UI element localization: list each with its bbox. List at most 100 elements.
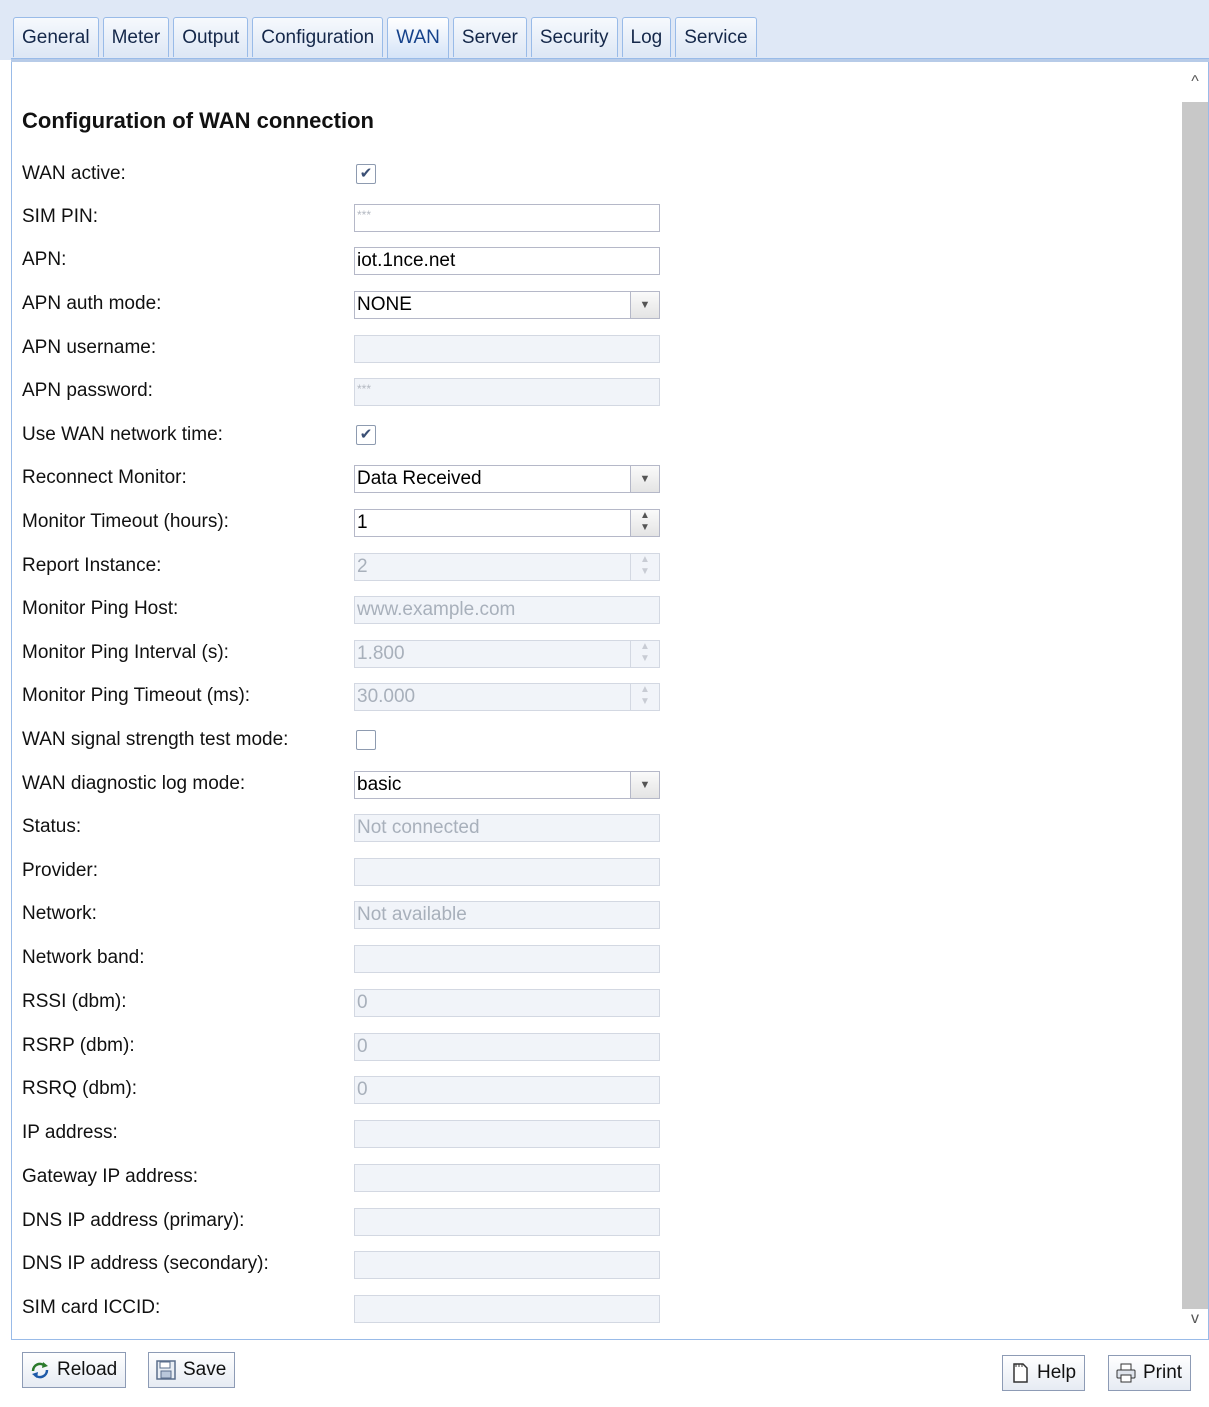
save-button[interactable]: Save xyxy=(148,1352,236,1388)
wan-active-checkbox[interactable]: ✔ xyxy=(356,164,376,184)
network-label: Network: xyxy=(22,903,97,924)
apn-label: APN: xyxy=(22,249,67,270)
spinner-arrows-icon[interactable]: ▲ ▼ xyxy=(630,510,659,536)
rsrq-label: RSRQ (dbm): xyxy=(22,1078,138,1099)
monitor-timeout-stepper[interactable]: 1 ▲ ▼ xyxy=(354,509,660,537)
network-band-label: Network band: xyxy=(22,947,145,968)
tab-log[interactable]: Log xyxy=(621,17,672,57)
apn-username-label: APN username: xyxy=(22,337,157,358)
apn-input[interactable]: iot.1nce.net xyxy=(354,247,660,275)
row-rsrq: RSRQ (dbm): 0 xyxy=(22,1076,722,1104)
rsrp-label: RSRP (dbm): xyxy=(22,1035,135,1056)
spinner-down-icon: ▼ xyxy=(640,653,650,664)
reload-button[interactable]: Reload xyxy=(22,1352,127,1388)
row-rssi: RSSI (dbm): 0 xyxy=(22,989,722,1017)
reload-icon xyxy=(29,1359,51,1381)
apn-password-input[interactable]: *** xyxy=(354,378,660,406)
floppy-disk-icon xyxy=(155,1359,177,1381)
status-field: Not connected xyxy=(354,814,660,842)
tab-service[interactable]: Service xyxy=(675,17,757,57)
dns-primary-label: DNS IP address (primary): xyxy=(22,1210,245,1231)
row-sim-pin: SIM PIN: *** xyxy=(22,204,722,232)
print-button[interactable]: Print xyxy=(1108,1355,1192,1391)
spinner-down-icon[interactable]: ▼ xyxy=(640,522,650,533)
wan-signal-strength-test-mode-checkbox[interactable] xyxy=(356,730,376,750)
wan-config-panel: Configuration of WAN connection WAN acti… xyxy=(11,62,1209,1340)
row-monitor-ping-timeout: Monitor Ping Timeout (ms): 30.000 ▲ ▼ xyxy=(22,683,722,711)
reconnect-monitor-label: Reconnect Monitor: xyxy=(22,467,187,488)
apn-auth-mode-value: NONE xyxy=(357,294,412,315)
spinner-arrows-icon: ▲ ▼ xyxy=(630,684,659,710)
tab-output[interactable]: Output xyxy=(173,17,249,57)
row-status: Status: Not connected xyxy=(22,814,722,842)
save-label: Save xyxy=(183,1359,227,1380)
spinner-up-icon: ▲ xyxy=(640,554,650,565)
printer-icon xyxy=(1115,1362,1137,1384)
sim-pin-input[interactable]: *** xyxy=(354,204,660,232)
bottom-toolbar: Reload Save Help Print xyxy=(0,1340,1209,1407)
tab-server[interactable]: Server xyxy=(452,17,527,57)
spinner-up-icon[interactable]: ▲ xyxy=(640,510,650,521)
monitor-ping-host-input[interactable]: www.example.com xyxy=(354,596,660,624)
spinner-up-icon: ▲ xyxy=(640,641,650,652)
scroll-down-icon[interactable]: v xyxy=(1182,1299,1208,1339)
vertical-scrollbar[interactable]: ^ v xyxy=(1182,62,1208,1339)
ip-address-field xyxy=(354,1120,660,1148)
row-monitor-ping-interval: Monitor Ping Interval (s): 1.800 ▲ ▼ xyxy=(22,640,722,668)
apn-auth-mode-select[interactable]: NONE ▼ xyxy=(354,291,660,319)
row-apn: APN: iot.1nce.net xyxy=(22,247,722,275)
monitor-ping-interval-label: Monitor Ping Interval (s): xyxy=(22,642,229,663)
tab-wan[interactable]: WAN xyxy=(387,17,449,60)
row-network-band: Network band: xyxy=(22,945,722,973)
row-sim-iccid: SIM card ICCID: xyxy=(22,1295,722,1323)
wan-diagnostic-log-mode-label: WAN diagnostic log mode: xyxy=(22,773,246,794)
row-ip-address: IP address: xyxy=(22,1120,722,1148)
gateway-ip-label: Gateway IP address: xyxy=(22,1166,199,1187)
tab-list: General Meter Output Configuration WAN S… xyxy=(13,17,761,60)
tab-security[interactable]: Security xyxy=(530,17,618,57)
help-button[interactable]: Help xyxy=(1002,1355,1086,1391)
sim-iccid-label: SIM card ICCID: xyxy=(22,1297,161,1318)
row-gateway-ip: Gateway IP address: xyxy=(22,1164,722,1192)
monitor-ping-timeout-value: 30.000 xyxy=(357,686,416,707)
chevron-down-icon[interactable]: ▼ xyxy=(630,466,659,492)
tab-meter[interactable]: Meter xyxy=(102,17,170,57)
monitor-ping-timeout-stepper[interactable]: 30.000 ▲ ▼ xyxy=(354,683,660,711)
row-dns-secondary: DNS IP address (secondary): xyxy=(22,1251,722,1279)
sim-pin-label: SIM PIN: xyxy=(22,206,99,227)
row-monitor-timeout: Monitor Timeout (hours): 1 ▲ ▼ xyxy=(22,509,722,537)
monitor-ping-timeout-label: Monitor Ping Timeout (ms): xyxy=(22,685,251,706)
rsrq-field: 0 xyxy=(354,1076,660,1104)
monitor-ping-host-label: Monitor Ping Host: xyxy=(22,598,179,619)
gateway-ip-field xyxy=(354,1164,660,1192)
provider-field xyxy=(354,858,660,886)
wan-signal-strength-test-mode-label: WAN signal strength test mode: xyxy=(22,729,289,750)
monitor-timeout-value: 1 xyxy=(357,512,368,533)
chevron-down-icon[interactable]: ▼ xyxy=(630,772,659,798)
network-band-field xyxy=(354,945,660,973)
apn-auth-mode-label: APN auth mode: xyxy=(22,293,162,314)
tab-general[interactable]: General xyxy=(13,17,99,57)
sim-iccid-field xyxy=(354,1295,660,1323)
monitor-ping-interval-stepper[interactable]: 1.800 ▲ ▼ xyxy=(354,640,660,668)
dns-primary-field xyxy=(354,1208,660,1236)
wan-diagnostic-log-mode-value: basic xyxy=(357,774,402,795)
apn-username-input[interactable] xyxy=(354,335,660,363)
row-wan-signal-strength-test-mode: WAN signal strength test mode: xyxy=(22,727,722,755)
reconnect-monitor-select[interactable]: Data Received ▼ xyxy=(354,465,660,493)
chevron-down-icon[interactable]: ▼ xyxy=(630,292,659,318)
row-reconnect-monitor: Reconnect Monitor: Data Received ▼ xyxy=(22,465,722,493)
spinner-arrows-icon: ▲ ▼ xyxy=(630,641,659,667)
report-instance-stepper[interactable]: 2 ▲ ▼ xyxy=(354,553,660,581)
row-rsrp: RSRP (dbm): 0 xyxy=(22,1033,722,1061)
tab-configuration[interactable]: Configuration xyxy=(252,17,384,57)
use-wan-network-time-checkbox[interactable]: ✔ xyxy=(356,425,376,445)
rssi-label: RSSI (dbm): xyxy=(22,991,127,1012)
row-use-wan-network-time: Use WAN network time: ✔ xyxy=(22,422,722,450)
scroll-up-icon[interactable]: ^ xyxy=(1182,62,1208,102)
spinner-down-icon: ▼ xyxy=(640,696,650,707)
row-provider: Provider: xyxy=(22,858,722,886)
scrollbar-thumb[interactable] xyxy=(1182,102,1208,1309)
row-report-instance: Report Instance: 2 ▲ ▼ xyxy=(22,553,722,581)
wan-diagnostic-log-mode-select[interactable]: basic ▼ xyxy=(354,771,660,799)
